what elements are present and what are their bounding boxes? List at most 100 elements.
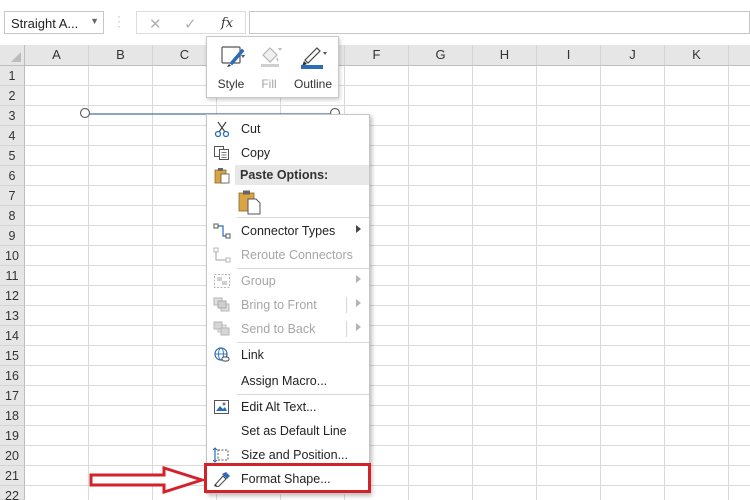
menu-separator: [237, 217, 369, 218]
paste-options-header: Paste Options:: [235, 165, 369, 185]
outline-label: Outline: [293, 77, 333, 91]
menu-item-label: Assign Macro...: [241, 374, 328, 388]
row-header[interactable]: 13: [0, 306, 25, 326]
row-header[interactable]: 9: [0, 226, 25, 246]
paint-bucket-icon: [261, 47, 282, 67]
column-header-b[interactable]: B: [89, 45, 153, 66]
row-header[interactable]: 20: [0, 446, 25, 466]
row-header[interactable]: 10: [0, 246, 25, 266]
menu-item-set-default-line[interactable]: Set as Default Line: [208, 420, 369, 442]
fill-label: Fill: [261, 77, 277, 91]
select-all-corner[interactable]: [0, 45, 25, 66]
menu-item-assign-macro[interactable]: Assign Macro...: [208, 370, 369, 392]
split-separator: [346, 321, 347, 337]
bring-to-front-icon: [213, 297, 230, 312]
shape-outline-icon: [301, 47, 327, 69]
column-header-h[interactable]: H: [473, 45, 537, 66]
column-header-a[interactable]: A: [25, 45, 89, 66]
row-header[interactable]: 7: [0, 186, 25, 206]
column-header-g[interactable]: G: [409, 45, 473, 66]
row-header[interactable]: 6: [0, 166, 25, 186]
enter-icon[interactable]: ✓: [184, 15, 197, 33]
paste-options-icon: [214, 168, 230, 184]
column-header-l[interactable]: [729, 45, 750, 66]
fill-button[interactable]: Fill: [251, 41, 287, 95]
menu-item-bring-to-front[interactable]: Bring to Front: [208, 294, 369, 316]
menu-item-send-to-back[interactable]: Send to Back: [208, 318, 369, 340]
copy-icon: [214, 146, 229, 160]
row-header[interactable]: 5: [0, 146, 25, 166]
menu-separator: [237, 268, 369, 269]
menu-item-label: Link: [241, 348, 264, 362]
row-header[interactable]: 12: [0, 286, 25, 306]
menu-item-label: Set as Default Line: [241, 424, 347, 438]
send-to-back-icon: [213, 321, 230, 336]
drag-handle-icon[interactable]: · · ·: [117, 10, 121, 32]
menu-item-label: Size and Position...: [241, 448, 349, 462]
row-header[interactable]: 8: [0, 206, 25, 226]
submenu-arrow-icon[interactable]: [356, 299, 361, 307]
reroute-connectors-icon: [213, 247, 231, 263]
cell-grid[interactable]: [25, 66, 750, 500]
row-header[interactable]: 17: [0, 386, 25, 406]
style-button[interactable]: Style: [211, 41, 251, 95]
menu-separator: [237, 394, 369, 395]
size-position-icon: [213, 447, 229, 463]
row-header[interactable]: 14: [0, 326, 25, 346]
highlight-box: [204, 463, 371, 493]
menu-separator: [237, 342, 369, 343]
name-box[interactable]: Straight A... ▼: [4, 11, 104, 34]
row-header[interactable]: 22: [0, 486, 25, 500]
style-label: Style: [217, 77, 245, 91]
submenu-arrow-icon: [356, 275, 361, 283]
row-header[interactable]: 4: [0, 126, 25, 146]
split-separator: [346, 297, 347, 313]
column-header-f[interactable]: F: [345, 45, 409, 66]
cancel-icon[interactable]: ✕: [149, 15, 162, 33]
row-header[interactable]: 19: [0, 426, 25, 446]
column-header-i[interactable]: I: [537, 45, 601, 66]
menu-item-label: Group: [241, 274, 276, 288]
column-header-k[interactable]: K: [665, 45, 729, 66]
column-header-j[interactable]: J: [601, 45, 665, 66]
row-header[interactable]: 21: [0, 466, 25, 486]
row-header[interactable]: 1: [0, 66, 25, 86]
formula-input[interactable]: [249, 11, 750, 34]
outline-button[interactable]: Outline: [289, 41, 337, 95]
row-header[interactable]: 18: [0, 406, 25, 426]
name-box-value: Straight A...: [11, 16, 79, 31]
paste-keep-source-icon[interactable]: [238, 189, 262, 215]
scissors-icon: [214, 121, 230, 137]
menu-item-link[interactable]: Link: [208, 344, 369, 366]
menu-item-label: Send to Back: [241, 322, 316, 336]
alt-text-icon: [214, 400, 229, 414]
menu-item-copy[interactable]: Copy: [208, 142, 369, 164]
submenu-arrow-icon: [356, 225, 361, 233]
menu-item-label: Connector Types: [241, 224, 336, 238]
paste-options-label: Paste Options:: [240, 168, 329, 182]
menu-item-group[interactable]: Group: [208, 270, 369, 292]
submenu-arrow-icon[interactable]: [356, 323, 361, 331]
row-header[interactable]: 3: [0, 106, 25, 126]
mini-toolbar: Style Fill Outline: [206, 36, 339, 98]
connector-start-handle[interactable]: [79, 107, 91, 119]
menu-item-label: Edit Alt Text...: [241, 400, 317, 414]
menu-item-label: Bring to Front: [241, 298, 317, 312]
menu-item-edit-alt-text[interactable]: Edit Alt Text...: [208, 396, 369, 418]
row-header[interactable]: 16: [0, 366, 25, 386]
row-header[interactable]: 15: [0, 346, 25, 366]
menu-item-reroute-connectors[interactable]: Reroute Connectors: [208, 244, 369, 266]
connector-types-icon: [213, 223, 231, 239]
row-header[interactable]: 11: [0, 266, 25, 286]
insert-function-icon[interactable]: fx: [221, 16, 233, 31]
menu-item-label: Copy: [241, 146, 271, 160]
red-arrow-annotation: [89, 466, 206, 494]
menu-item-label: Cut: [241, 122, 261, 136]
menu-item-connector-types[interactable]: Connector Types: [208, 220, 369, 242]
context-menu: Cut Copy Paste Options: Connector Types: [206, 114, 370, 494]
menu-item-cut[interactable]: Cut: [208, 118, 369, 140]
shape-style-icon: [221, 46, 245, 67]
row-header[interactable]: 2: [0, 86, 25, 106]
chevron-down-icon[interactable]: ▼: [90, 16, 99, 26]
group-icon: [214, 274, 230, 288]
